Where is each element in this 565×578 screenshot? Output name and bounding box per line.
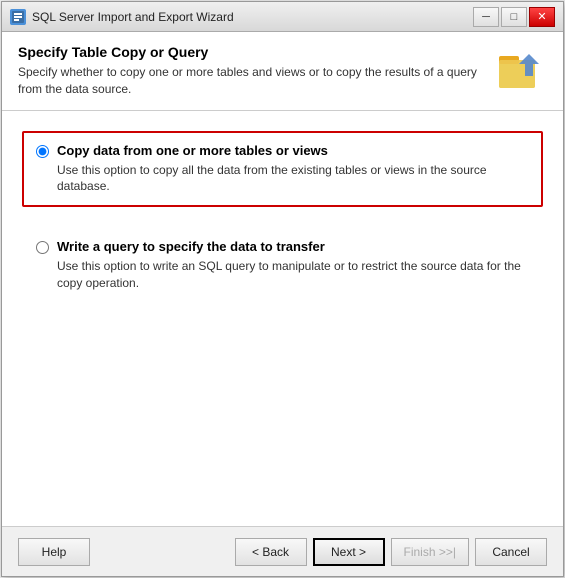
close-button[interactable]: ✕ <box>529 7 555 27</box>
minimize-button[interactable]: ─ <box>473 7 499 27</box>
header-section: Specify Table Copy or Query Specify whet… <box>2 32 563 111</box>
header-title: Specify Table Copy or Query <box>18 44 495 60</box>
copy-tables-radio[interactable] <box>36 145 49 158</box>
help-button[interactable]: Help <box>18 538 90 566</box>
next-button[interactable]: Next > <box>313 538 385 566</box>
header-subtitle: Specify whether to copy one or more tabl… <box>18 64 495 98</box>
copy-tables-label: Copy data from one or more tables or vie… <box>57 143 529 158</box>
restore-button[interactable]: □ <box>501 7 527 27</box>
back-button[interactable]: < Back <box>235 538 307 566</box>
wizard-icon <box>495 44 547 96</box>
footer-left: Help <box>18 538 90 566</box>
footer-right: < Back Next > Finish >>| Cancel <box>235 538 547 566</box>
write-query-desc: Use this option to write an SQL query to… <box>57 258 529 292</box>
window-title: SQL Server Import and Export Wizard <box>32 10 234 24</box>
footer: Help < Back Next > Finish >>| Cancel <box>2 526 563 576</box>
title-bar-left: SQL Server Import and Export Wizard <box>10 9 234 25</box>
write-query-option[interactable]: Write a query to specify the data to tra… <box>22 227 543 304</box>
app-icon <box>10 9 26 25</box>
main-window: SQL Server Import and Export Wizard ─ □ … <box>1 1 564 577</box>
content-area: Copy data from one or more tables or vie… <box>2 111 563 526</box>
copy-tables-option[interactable]: Copy data from one or more tables or vie… <box>22 131 543 208</box>
cancel-button[interactable]: Cancel <box>475 538 547 566</box>
title-bar-buttons: ─ □ ✕ <box>473 7 555 27</box>
write-query-label: Write a query to specify the data to tra… <box>57 239 529 254</box>
title-bar: SQL Server Import and Export Wizard ─ □ … <box>2 2 563 32</box>
write-query-text: Write a query to specify the data to tra… <box>57 239 529 292</box>
copy-tables-text: Copy data from one or more tables or vie… <box>57 143 529 196</box>
write-query-radio[interactable] <box>36 241 49 254</box>
copy-tables-desc: Use this option to copy all the data fro… <box>57 162 529 196</box>
write-query-row: Write a query to specify the data to tra… <box>36 239 529 292</box>
header-text: Specify Table Copy or Query Specify whet… <box>18 44 495 98</box>
copy-tables-row: Copy data from one or more tables or vie… <box>36 143 529 196</box>
finish-button[interactable]: Finish >>| <box>391 538 469 566</box>
